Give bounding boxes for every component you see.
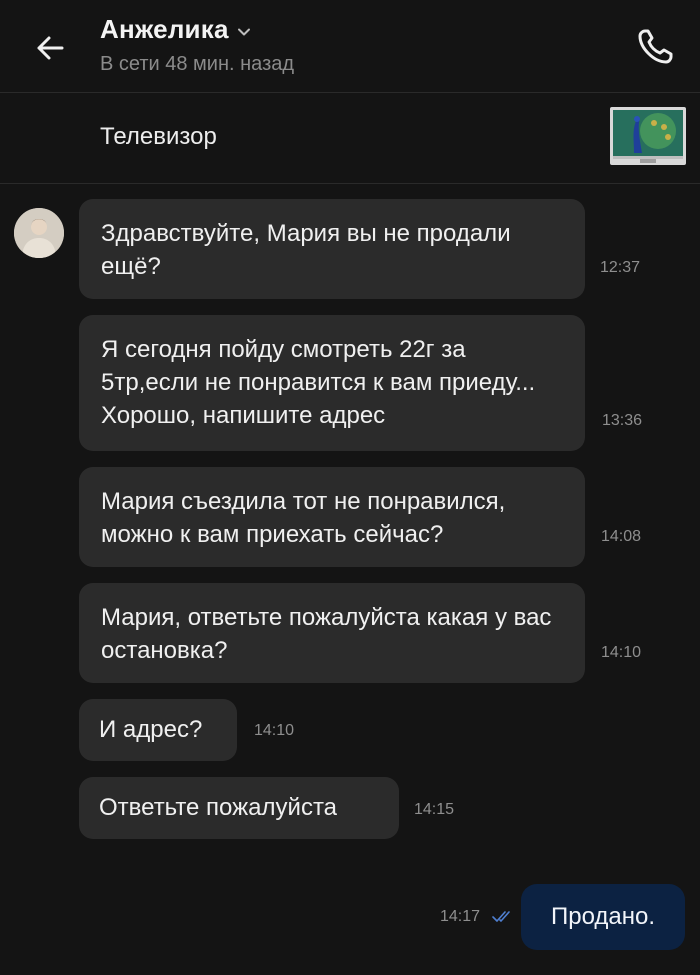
message-text: И адрес? (99, 716, 203, 743)
message-bubble[interactable]: Мария съездила тот не понравился, можно … (79, 467, 585, 567)
message-text: Здравствуйте, Мария вы не продали ещё? (101, 220, 511, 280)
contact-name[interactable]: Анжелика (100, 14, 229, 45)
message-text: Ответьте пожалуйста (99, 794, 338, 821)
outgoing-message-bubble[interactable]: Продано. (521, 884, 685, 950)
message-bubble[interactable]: Здравствуйте, Мария вы не продали ещё? (79, 199, 585, 299)
phone-icon[interactable] (634, 26, 676, 68)
chevron-down-icon[interactable] (237, 25, 251, 39)
message-time: 14:10 (601, 644, 642, 661)
message-time: 13:36 (602, 412, 643, 429)
online-status: В сети 48 мин. назад (100, 53, 295, 75)
contact-info[interactable]: Анжелика В сети 48 мин. назад (100, 14, 294, 76)
message-time: 14:15 (414, 801, 455, 818)
chat-header: Анжелика В сети 48 мин. назад (0, 0, 700, 92)
message-bubble[interactable]: И адрес? (79, 699, 237, 761)
message-bubble[interactable]: Мария, ответьте пожалуйста какая у вас о… (79, 583, 585, 683)
message-time: 14:08 (601, 528, 642, 545)
double-check-icon (492, 911, 510, 922)
message-time: 14:17 (440, 908, 481, 925)
listing-title: Телевизор (100, 123, 217, 150)
message-text: Мария съездила тот не понравился, можно … (101, 488, 506, 548)
message-time: 12:37 (600, 259, 641, 276)
contact-avatar[interactable] (14, 208, 64, 258)
message-bubble[interactable]: Ответьте пожалуйста (79, 777, 399, 839)
arrow-left-icon[interactable] (32, 30, 68, 66)
listing-row[interactable]: Телевизор (0, 93, 700, 183)
message-time: 14:10 (254, 722, 295, 739)
message-bubble[interactable]: Я сегодня пойду смотреть 22г за 5тр,если… (79, 315, 585, 451)
listing-divider (0, 183, 700, 184)
message-text: Продано. (550, 903, 656, 930)
message-text: Мария, ответьте пожалуйста какая у вас о… (101, 604, 552, 664)
listing-thumbnail[interactable] (610, 107, 686, 165)
message-text: Я сегодня пойду смотреть 22г за 5тр,если… (101, 336, 536, 429)
